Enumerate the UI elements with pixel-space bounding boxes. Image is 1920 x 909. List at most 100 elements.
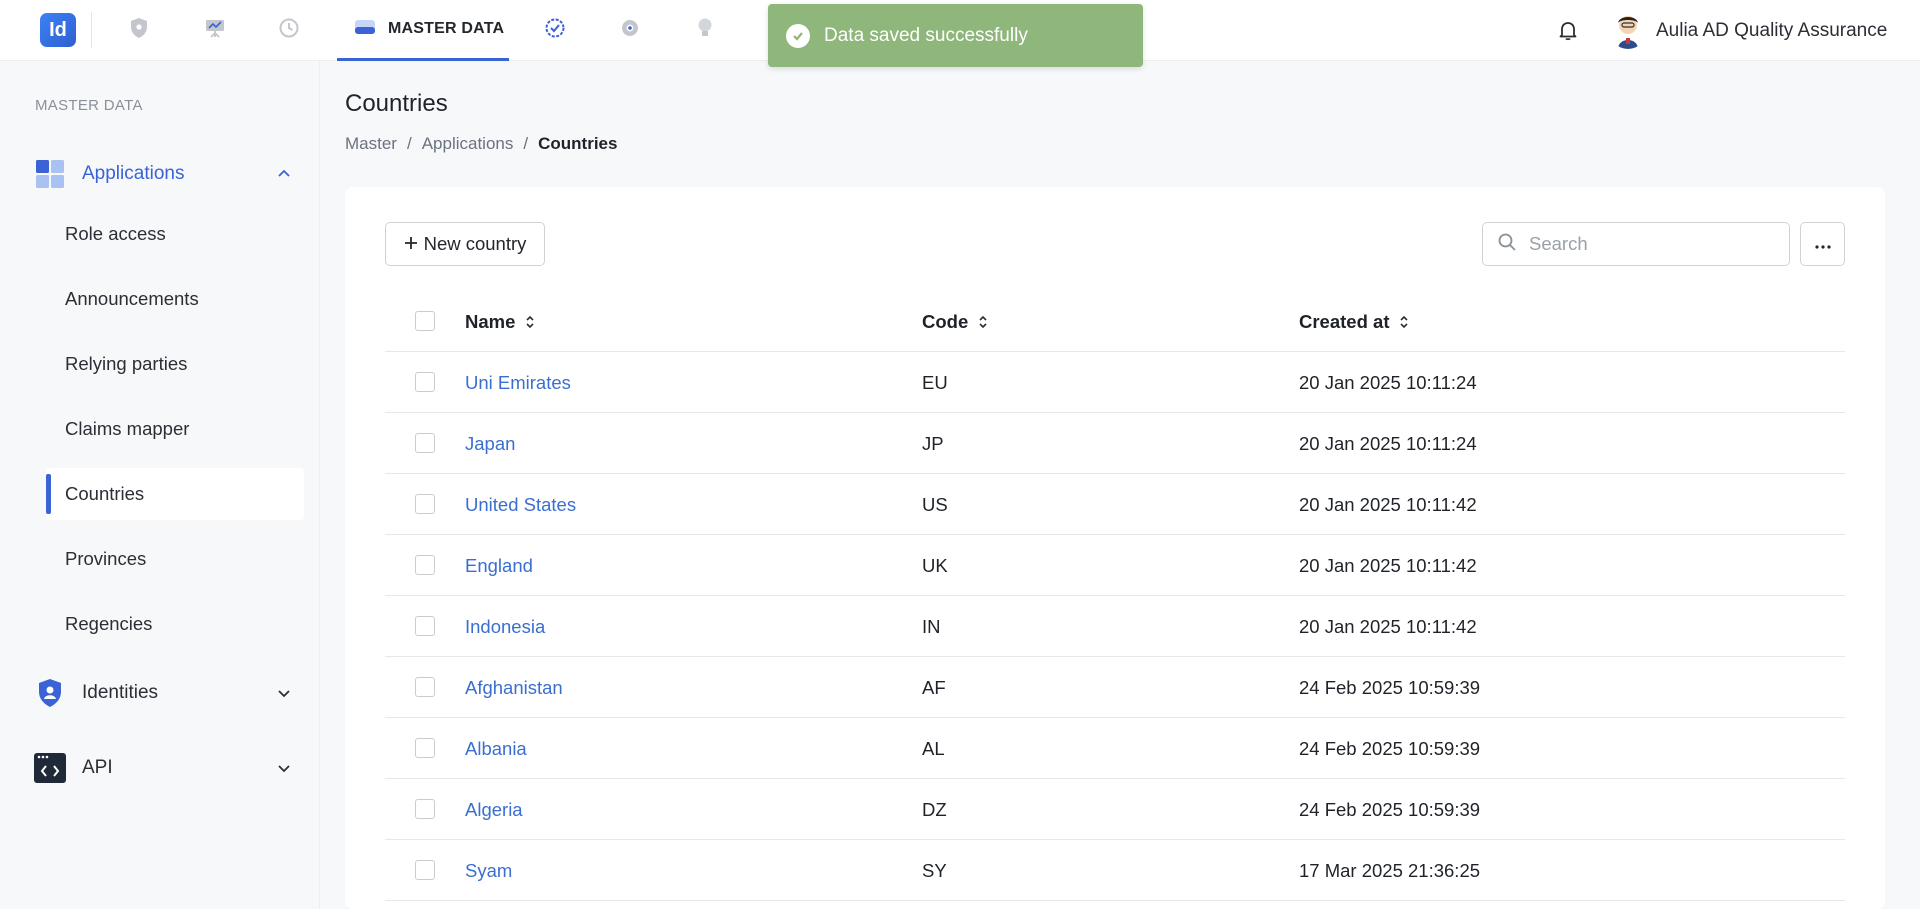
user-name[interactable]: Aulia AD Quality Assurance — [1656, 20, 1887, 42]
breadcrumb-separator: / — [523, 134, 529, 153]
sidebar-heading: MASTER DATA — [35, 97, 143, 114]
table-row: England UK 20 Jan 2025 10:11:42 — [385, 535, 1845, 596]
code-window-icon — [34, 752, 66, 784]
breadcrumb-master[interactable]: Master — [345, 134, 397, 154]
sidebar-item-countries[interactable]: Countries — [46, 468, 304, 520]
row-checkbox[interactable] — [415, 433, 435, 453]
badge-check-icon[interactable] — [543, 16, 567, 40]
plus-icon — [404, 233, 418, 255]
created-at: 20 Jan 2025 10:11:42 — [1299, 615, 1477, 637]
countries-table: Name Code Created at Uni Emirates EU 20 … — [385, 291, 1845, 901]
database-icon — [354, 17, 376, 42]
sort-icon[interactable] — [978, 315, 988, 329]
chevron-up-icon[interactable] — [276, 166, 292, 182]
created-at: 17 Mar 2025 21:36:25 — [1299, 859, 1481, 881]
avatar[interactable] — [1609, 11, 1647, 49]
shield-icon[interactable] — [127, 16, 151, 40]
country-name-link[interactable]: Uni Emirates — [465, 352, 571, 413]
country-name-link[interactable]: England — [465, 535, 533, 596]
sidebar-group-api[interactable]: API — [34, 748, 296, 788]
created-at: 20 Jan 2025 10:11:24 — [1299, 432, 1477, 454]
sort-icon[interactable] — [1399, 315, 1409, 329]
table-row: Afghanistan AF 24 Feb 2025 10:59:39 — [385, 657, 1845, 718]
gear-icon[interactable] — [618, 16, 642, 40]
sidebar-item-role-access[interactable]: Role access — [46, 208, 304, 260]
row-checkbox[interactable] — [415, 372, 435, 392]
row-checkbox[interactable] — [415, 799, 435, 819]
page-title: Countries — [345, 90, 448, 117]
country-code: AF — [922, 676, 946, 698]
breadcrumb: Master / Applications / Countries — [345, 134, 617, 154]
table-row: Japan JP 20 Jan 2025 10:11:24 — [385, 413, 1845, 474]
country-code: IN — [922, 615, 941, 637]
presentation-icon[interactable] — [203, 16, 227, 40]
column-header-label: Created at — [1299, 310, 1390, 332]
created-at: 24 Feb 2025 10:59:39 — [1299, 798, 1481, 820]
breadcrumb-separator: / — [406, 134, 412, 153]
history-icon[interactable] — [277, 16, 301, 40]
lightbulb-icon[interactable] — [693, 16, 717, 40]
country-name-link[interactable]: Japan — [465, 413, 515, 474]
country-code: DZ — [922, 798, 947, 820]
row-checkbox[interactable] — [415, 494, 435, 514]
table-row: United States US 20 Jan 2025 10:11:42 — [385, 474, 1845, 535]
toast-message: Data saved successfully — [824, 24, 1028, 46]
sidebar-group-applications[interactable]: Applications — [34, 154, 296, 194]
country-name-link[interactable]: Algeria — [465, 779, 523, 840]
sidebar-group-label: API — [82, 757, 113, 778]
countries-card: New country Name Code Created at — [345, 187, 1885, 909]
row-checkbox[interactable] — [415, 738, 435, 758]
sidebar: MASTER DATA Applications Role access Ann… — [0, 61, 320, 909]
column-header-created-at[interactable]: Created at — [1299, 291, 1409, 352]
row-checkbox[interactable] — [415, 555, 435, 575]
chevron-down-icon[interactable] — [276, 760, 292, 776]
row-checkbox[interactable] — [415, 616, 435, 636]
logo-divider — [91, 12, 92, 48]
column-header-code[interactable]: Code — [922, 291, 988, 352]
sidebar-item-relying-parties[interactable]: Relying parties — [46, 338, 304, 390]
more-options-button[interactable] — [1800, 222, 1845, 266]
country-name-link[interactable]: United States — [465, 474, 576, 535]
country-code: UK — [922, 554, 948, 576]
sidebar-item-regencies[interactable]: Regencies — [46, 598, 304, 650]
sidebar-item-claims-mapper[interactable]: Claims mapper — [46, 403, 304, 455]
app-logo[interactable]: Id — [40, 13, 76, 47]
country-name-link[interactable]: Albania — [465, 718, 527, 779]
search-icon — [1497, 232, 1517, 257]
country-name-link[interactable]: Syam — [465, 840, 512, 901]
new-country-button[interactable]: New country — [385, 222, 545, 266]
sidebar-group-identities[interactable]: Identities — [34, 673, 296, 713]
table-row: Algeria DZ 24 Feb 2025 10:59:39 — [385, 779, 1845, 840]
bell-icon[interactable] — [1556, 18, 1580, 42]
country-code: US — [922, 493, 948, 515]
country-name-link[interactable]: Afghanistan — [465, 657, 563, 718]
column-header-label: Code — [922, 310, 969, 332]
chevron-down-icon[interactable] — [276, 685, 292, 701]
created-at: 24 Feb 2025 10:59:39 — [1299, 676, 1481, 698]
table-header-row: Name Code Created at — [385, 291, 1845, 352]
row-checkbox[interactable] — [415, 677, 435, 697]
country-code: AL — [922, 737, 945, 759]
created-at: 20 Jan 2025 10:11:24 — [1299, 371, 1477, 393]
search-input[interactable] — [1529, 233, 1759, 255]
search-box[interactable] — [1482, 222, 1790, 266]
sidebar-item-announcements[interactable]: Announcements — [46, 273, 304, 325]
sort-icon[interactable] — [525, 315, 535, 329]
sidebar-group-label: Identities — [82, 682, 159, 703]
column-header-name[interactable]: Name — [465, 291, 535, 352]
country-code: EU — [922, 371, 948, 393]
table-row: Albania AL 24 Feb 2025 10:59:39 — [385, 718, 1845, 779]
ellipsis-icon — [1814, 237, 1831, 252]
tab-master-data[interactable]: MASTER DATA — [337, 0, 509, 61]
created-at: 24 Feb 2025 10:59:39 — [1299, 737, 1481, 759]
breadcrumb-applications[interactable]: Applications — [422, 134, 514, 154]
breadcrumb-countries: Countries — [538, 134, 618, 153]
applications-grid-icon — [34, 158, 66, 190]
country-name-link[interactable]: Indonesia — [465, 596, 545, 657]
table-row: Uni Emirates EU 20 Jan 2025 10:11:24 — [385, 352, 1845, 413]
table-row: Indonesia IN 20 Jan 2025 10:11:42 — [385, 596, 1845, 657]
sidebar-item-provinces[interactable]: Provinces — [46, 533, 304, 585]
sidebar-group-label: Applications — [82, 163, 185, 184]
select-all-checkbox[interactable] — [415, 311, 435, 331]
row-checkbox[interactable] — [415, 860, 435, 880]
